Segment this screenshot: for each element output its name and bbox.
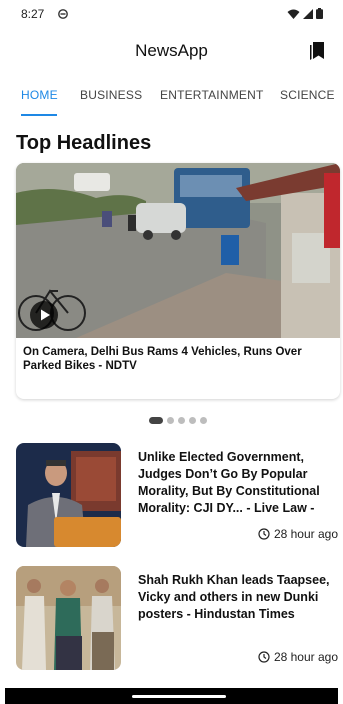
- app-title: NewsApp: [135, 41, 208, 60]
- system-navigation-bar: [5, 688, 338, 704]
- carousel-indicator: [149, 417, 207, 424]
- battery-icon: [316, 8, 323, 19]
- headline-caption: On Camera, Delhi Bus Rams 4 Vehicles, Ru…: [23, 346, 302, 372]
- status-icons: [287, 8, 323, 19]
- play-icon[interactable]: [30, 301, 58, 329]
- headline-carousel-card[interactable]: On Camera, Delhi Bus Rams 4 Vehicles, Ru…: [16, 163, 340, 399]
- headline-image: [16, 163, 340, 338]
- tab-home[interactable]: HOME: [21, 88, 58, 102]
- news-time-text: 28 hour ago: [273, 650, 338, 664]
- home-gesture-handle[interactable]: [132, 695, 226, 698]
- status-time: 8:27: [21, 7, 45, 21]
- news-time-text: 28 hour ago: [273, 527, 338, 541]
- carousel-dot[interactable]: [149, 417, 163, 424]
- tab-science[interactable]: SCIENCE: [280, 88, 335, 102]
- clock-icon: [258, 651, 270, 663]
- carousel-dot[interactable]: [178, 417, 185, 424]
- news-timestamp: 28 hour ago: [258, 527, 338, 541]
- news-thumbnail: [16, 566, 121, 670]
- tab-entertainment[interactable]: ENTERTAINMENT: [160, 88, 264, 102]
- section-title: Top Headlines: [16, 132, 152, 154]
- news-thumbnail: [16, 443, 121, 547]
- carousel-dot[interactable]: [200, 417, 207, 424]
- signal-icon: [303, 8, 313, 19]
- wifi-icon: [287, 9, 300, 19]
- news-title: Unlike Elected Government, Judges Don’t …: [138, 450, 320, 515]
- news-timestamp: 28 hour ago: [258, 650, 338, 664]
- news-list-item[interactable]: Shah Rukh Khan leads Taapsee, Vicky and …: [16, 566, 340, 672]
- clock-icon: [258, 528, 270, 540]
- app-bar: NewsApp: [0, 32, 343, 72]
- bookmarks-icon[interactable]: [305, 38, 329, 62]
- status-bar: 8:27: [0, 0, 343, 28]
- tab-business[interactable]: BUSINESS: [80, 88, 142, 102]
- news-title: Shah Rukh Khan leads Taapsee, Vicky and …: [138, 573, 330, 621]
- news-list-item[interactable]: Unlike Elected Government, Judges Don’t …: [16, 443, 340, 549]
- do-not-disturb-icon: [58, 9, 68, 19]
- tab-indicator: [21, 114, 57, 116]
- carousel-dot[interactable]: [189, 417, 196, 424]
- category-tabs: HOME BUSINESS ENTERTAINMENT SCIENCE: [0, 82, 343, 118]
- carousel-dot[interactable]: [167, 417, 174, 424]
